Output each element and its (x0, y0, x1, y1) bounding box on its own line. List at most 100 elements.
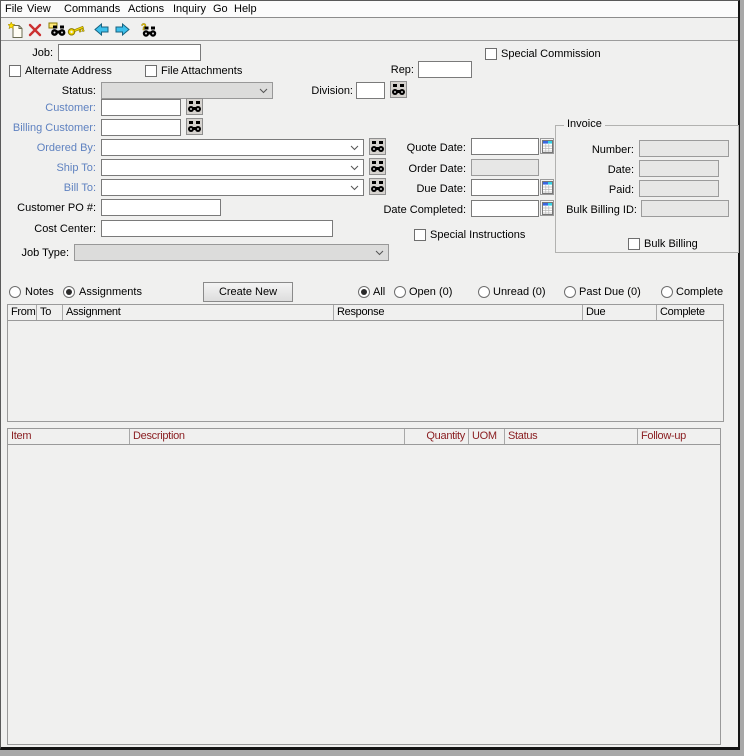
quote-date-input[interactable] (471, 138, 539, 155)
invoice-group-title: Invoice (564, 118, 605, 130)
find-record-icon[interactable] (48, 21, 66, 38)
due-date-label: Due Date: (416, 183, 466, 195)
delete-icon[interactable] (26, 21, 44, 38)
col-response[interactable]: Response (334, 305, 583, 320)
rep-label: Rep: (390, 64, 414, 76)
menu-actions[interactable]: Actions (128, 3, 164, 15)
assignments-radio-label[interactable]: Assignments (79, 286, 142, 298)
special-commission-checkbox[interactable] (485, 48, 497, 60)
alternate-address-checkbox[interactable] (9, 65, 21, 77)
filter-pastdue-radio[interactable] (564, 286, 576, 298)
col-followup[interactable]: Follow-up (638, 429, 718, 444)
assignments-table: From To Assignment Response Due Complete (7, 304, 724, 422)
job-input[interactable] (58, 44, 201, 61)
division-find-button[interactable] (390, 81, 407, 98)
invoice-date-label: Date: (607, 164, 634, 176)
chevron-down-icon (350, 145, 359, 151)
filter-open-label[interactable]: Open (0) (409, 286, 452, 298)
quote-date-label: Quote Date: (406, 142, 466, 154)
customer-po-input[interactable] (101, 199, 221, 216)
col-uom[interactable]: UOM (469, 429, 505, 444)
menu-go[interactable]: Go (213, 3, 228, 15)
menu-view[interactable]: View (27, 3, 51, 15)
notes-radio[interactable] (9, 286, 21, 298)
search-help-icon[interactable]: ? (139, 21, 157, 38)
bill-to-label[interactable]: Bill To: (1, 182, 96, 194)
billing-customer-input[interactable] (101, 119, 181, 136)
filter-complete-label[interactable]: Complete (676, 286, 723, 298)
menu-bar: File View Commands Actions Inquiry Go He… (1, 1, 738, 18)
assignments-list-body[interactable] (8, 321, 723, 421)
items-list-body[interactable] (8, 445, 720, 744)
col-due[interactable]: Due (583, 305, 657, 320)
back-icon[interactable] (92, 21, 110, 38)
billing-customer-label[interactable]: Billing Customer: (1, 122, 96, 134)
menu-commands[interactable]: Commands (64, 3, 120, 15)
date-completed-label: Date Completed: (383, 204, 466, 216)
filter-unread-label[interactable]: Unread (0) (493, 286, 546, 298)
customer-input[interactable] (101, 99, 181, 116)
bulk-billing-id-input (641, 200, 729, 217)
ship-to-label[interactable]: Ship To: (1, 162, 96, 174)
rep-input[interactable] (418, 61, 472, 78)
notes-radio-label[interactable]: Notes (25, 286, 54, 298)
chevron-down-icon (375, 250, 384, 256)
invoice-number-label: Number: (591, 144, 634, 156)
filter-all-label[interactable]: All (373, 286, 385, 298)
col-status[interactable]: Status (505, 429, 638, 444)
col-complete[interactable]: Complete (657, 305, 723, 320)
menu-inquiry[interactable]: Inquiry (173, 3, 206, 15)
customer-label[interactable]: Customer: (1, 102, 96, 114)
job-type-combo[interactable] (74, 244, 389, 261)
due-date-input[interactable] (471, 179, 539, 196)
file-attachments-label: File Attachments (161, 65, 243, 77)
bill-to-combo[interactable] (101, 179, 364, 196)
ordered-by-label[interactable]: Ordered By: (1, 142, 96, 154)
assignments-radio[interactable] (63, 286, 75, 298)
order-date-label: Order Date: (408, 163, 466, 175)
col-assignment[interactable]: Assignment (63, 305, 334, 320)
binoculars-icon (188, 120, 201, 132)
chevron-down-icon (350, 185, 359, 191)
order-date-input (471, 159, 539, 176)
calendar-icon (541, 201, 553, 215)
items-table-header: Item Description Quantity UOM Status Fol… (8, 429, 720, 445)
filter-unread-radio[interactable] (478, 286, 490, 298)
status-label: Status: (61, 85, 96, 97)
chevron-down-icon (350, 165, 359, 171)
filter-pastdue-label[interactable]: Past Due (0) (579, 286, 641, 298)
menu-help[interactable]: Help (234, 3, 257, 15)
col-to[interactable]: To (37, 305, 63, 320)
special-instructions-checkbox[interactable] (414, 229, 426, 241)
division-input[interactable] (356, 82, 385, 99)
cost-center-label: Cost Center: (34, 223, 96, 235)
billing-customer-find-button[interactable] (186, 118, 203, 135)
bulk-billing-id-label: Bulk Billing ID: (566, 204, 637, 216)
date-completed-input[interactable] (471, 200, 539, 217)
new-record-icon[interactable] (7, 21, 25, 38)
key-icon[interactable] (67, 21, 85, 38)
due-date-calendar-button[interactable] (540, 179, 554, 195)
filter-complete-radio[interactable] (661, 286, 673, 298)
status-combo[interactable] (101, 82, 273, 99)
menu-file[interactable]: File (5, 3, 23, 15)
create-new-button[interactable]: Create New (203, 282, 293, 302)
col-from[interactable]: From (8, 305, 37, 320)
customer-find-button[interactable] (186, 98, 203, 115)
filter-open-radio[interactable] (394, 286, 406, 298)
cost-center-input[interactable] (101, 220, 333, 237)
quote-date-calendar-button[interactable] (540, 138, 554, 154)
file-attachments-checkbox[interactable] (145, 65, 157, 77)
bulk-billing-checkbox[interactable] (628, 238, 640, 250)
col-description[interactable]: Description (130, 429, 405, 444)
filter-all-radio[interactable] (358, 286, 370, 298)
job-label: Job: (32, 47, 53, 59)
ordered-by-combo[interactable] (101, 139, 364, 156)
ship-to-combo[interactable] (101, 159, 364, 176)
chevron-down-icon (259, 88, 268, 94)
col-quantity[interactable]: Quantity (405, 429, 469, 444)
invoice-paid-label: Paid: (608, 184, 634, 196)
col-item[interactable]: Item (8, 429, 130, 444)
forward-icon[interactable] (113, 21, 131, 38)
date-completed-calendar-button[interactable] (540, 200, 554, 216)
